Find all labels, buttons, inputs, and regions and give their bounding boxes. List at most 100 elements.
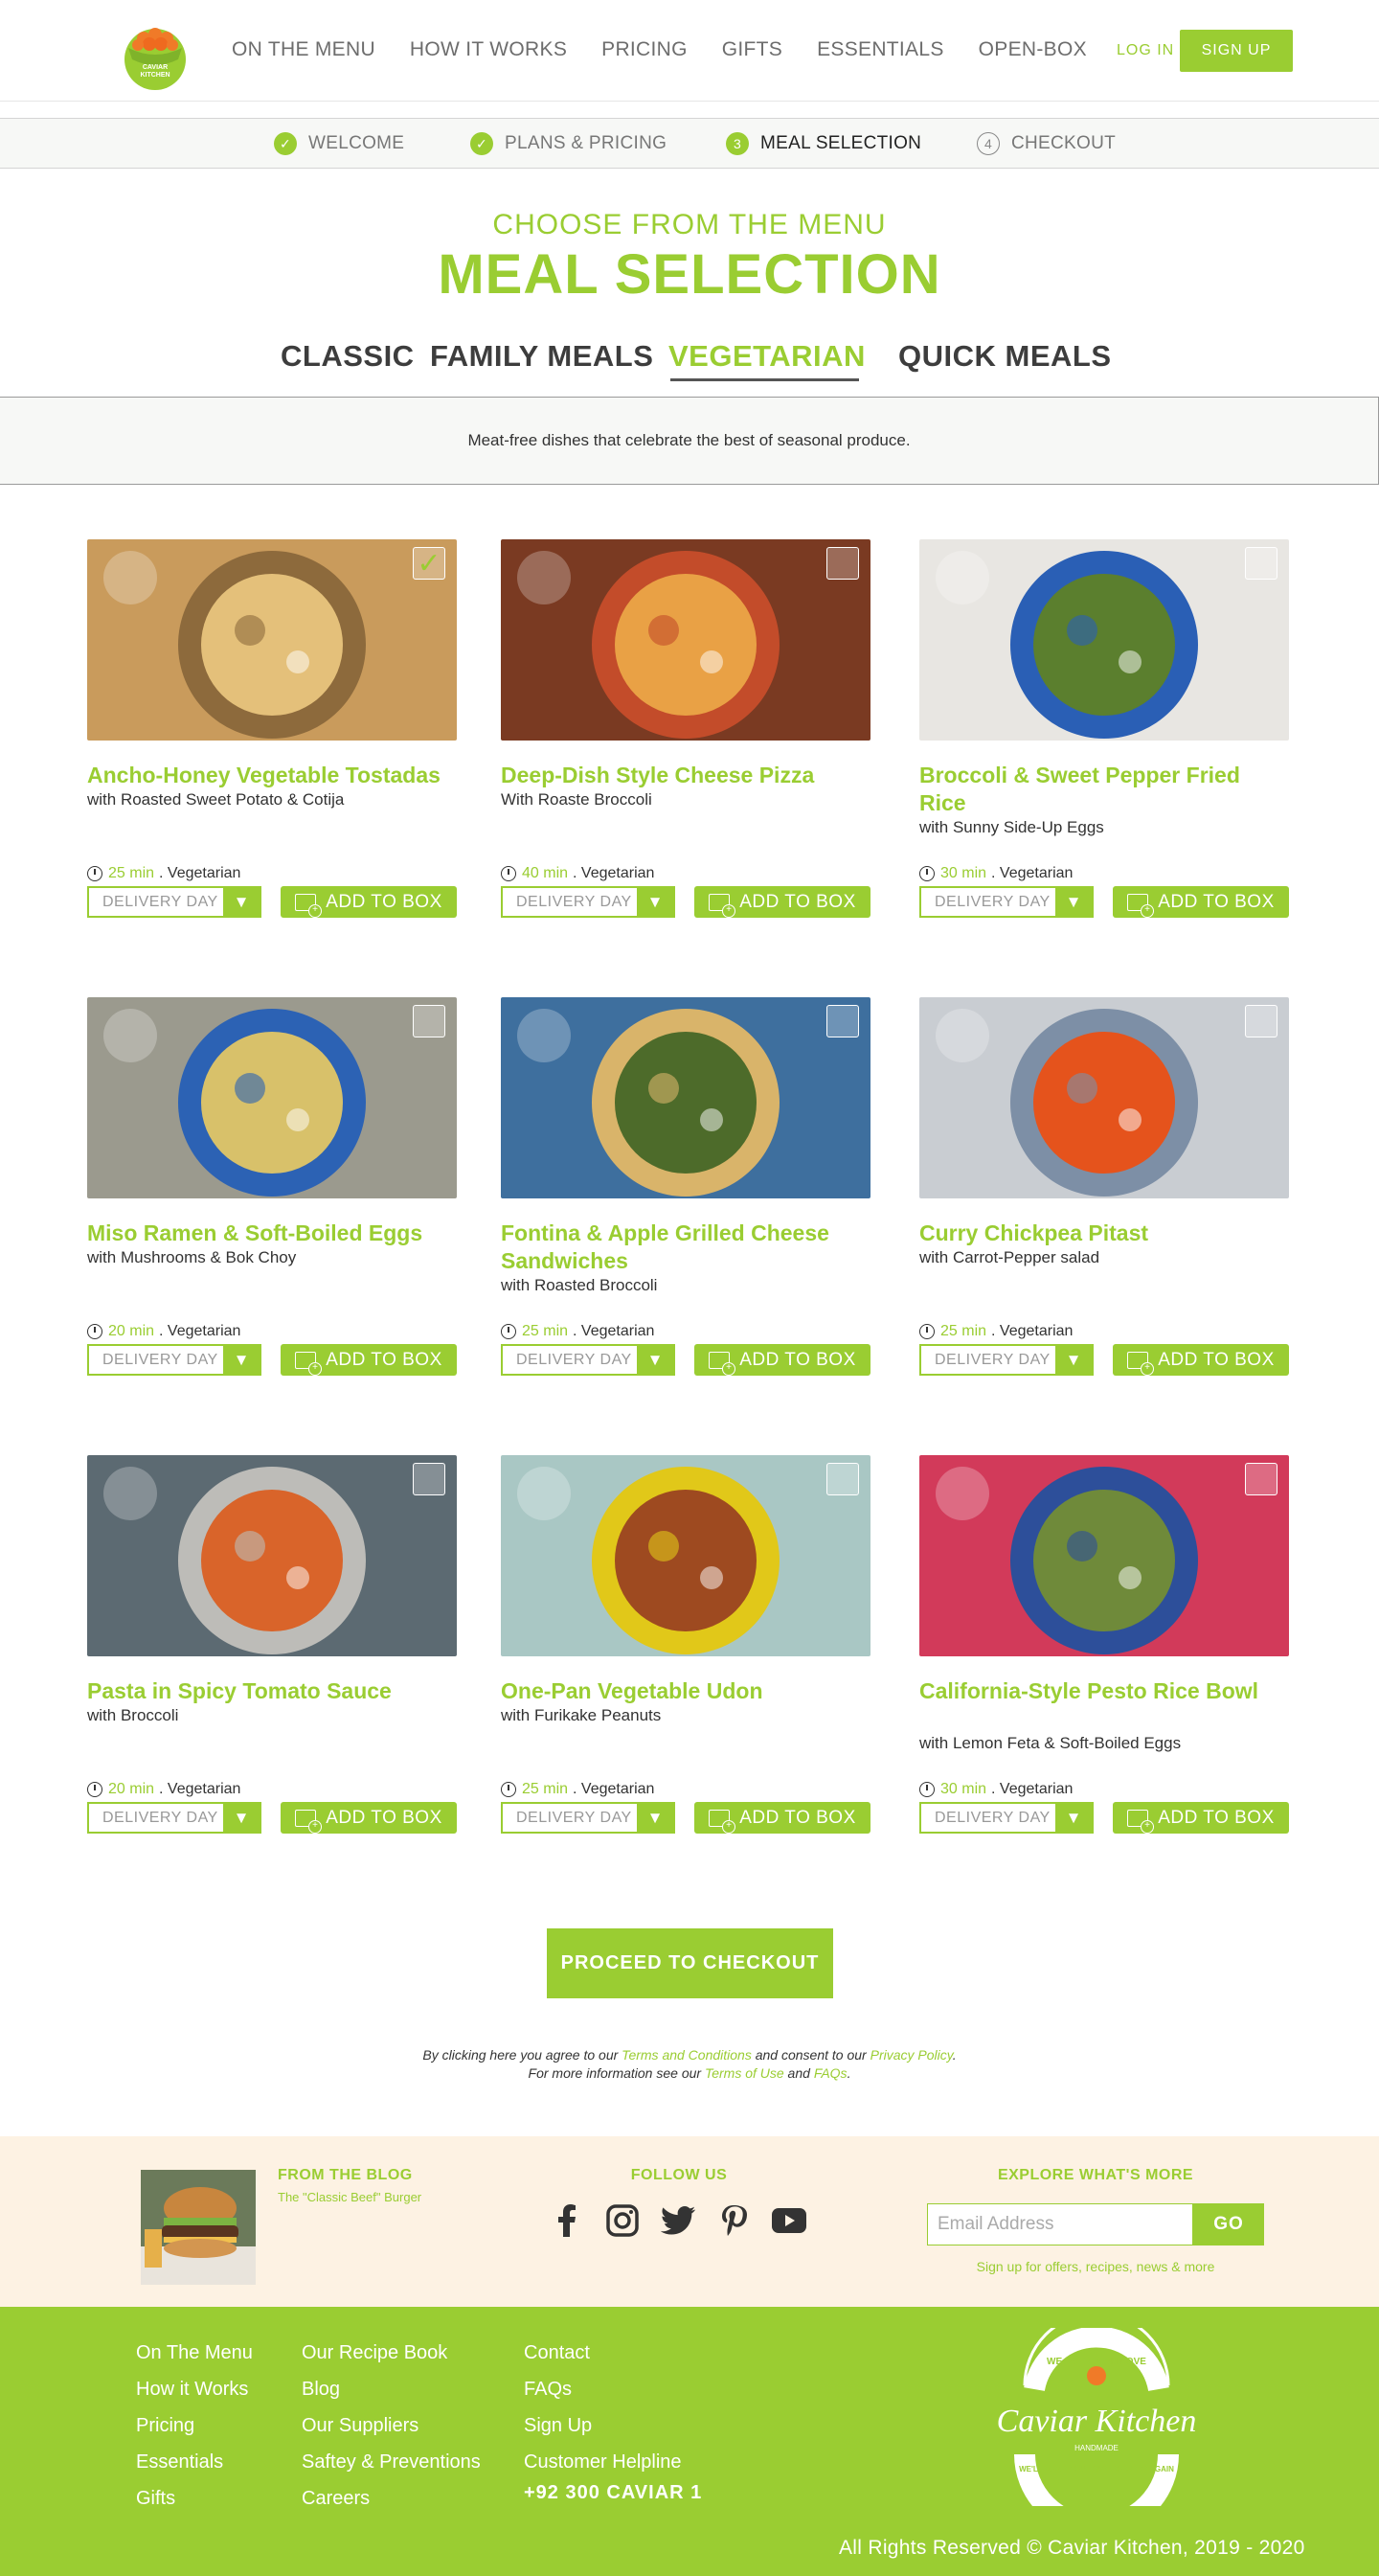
meal-photo[interactable] xyxy=(501,1455,870,1656)
add-to-box-button[interactable]: ADD TO BOX xyxy=(281,1344,457,1376)
meal-name[interactable]: California-Style Pesto Rice Bowl xyxy=(919,1677,1289,1705)
meal-card[interactable]: Pasta in Spicy Tomato Sauce with Broccol… xyxy=(87,1455,457,1858)
chevron-down-icon[interactable]: ▼ xyxy=(1055,888,1092,916)
helpline-number[interactable]: +92 300 CAVIAR 1 xyxy=(524,2480,702,2505)
meal-card[interactable]: Deep-Dish Style Cheese Pizza With Roaste… xyxy=(501,539,870,942)
select-meal-checkbox[interactable] xyxy=(1245,1463,1277,1495)
meal-card[interactable]: One-Pan Vegetable Udon with Furikake Pea… xyxy=(501,1455,870,1858)
terms-of-use-link[interactable]: Terms of Use xyxy=(705,2065,784,2081)
meal-name[interactable]: Curry Chickpea Pitast xyxy=(919,1220,1289,1247)
chevron-down-icon[interactable]: ▼ xyxy=(1055,1346,1092,1374)
signup-button[interactable]: SIGN UP xyxy=(1180,30,1293,72)
go-button[interactable]: GO xyxy=(1193,2203,1264,2245)
faqs-link[interactable]: FAQs xyxy=(814,2065,848,2081)
footer-link[interactable]: Saftey & Preventions xyxy=(302,2444,481,2480)
select-meal-checkbox[interactable] xyxy=(1245,1005,1277,1037)
footer-link[interactable]: Careers xyxy=(302,2480,481,2517)
add-to-box-button[interactable]: ADD TO BOX xyxy=(1113,886,1289,918)
chevron-down-icon[interactable]: ▼ xyxy=(223,888,260,916)
footer-link[interactable]: FAQs xyxy=(524,2371,702,2407)
meal-name[interactable]: Ancho-Honey Vegetable Tostadas xyxy=(87,762,457,789)
footer-link[interactable]: Our Suppliers xyxy=(302,2407,481,2444)
proceed-to-checkout-button[interactable]: PROCEED TO CHECKOUT xyxy=(547,1928,833,1998)
footer-link[interactable]: Pricing xyxy=(136,2407,253,2444)
nav-essentials[interactable]: ESSENTIALS xyxy=(817,38,944,61)
nav-on-the-menu[interactable]: ON THE MENU xyxy=(232,38,375,61)
footer-link[interactable]: On The Menu xyxy=(136,2335,253,2371)
meal-name[interactable]: Deep-Dish Style Cheese Pizza xyxy=(501,762,870,789)
footer-link[interactable]: Our Recipe Book xyxy=(302,2335,481,2371)
select-meal-checkbox[interactable] xyxy=(826,1005,859,1037)
add-to-box-button[interactable]: ADD TO BOX xyxy=(694,1344,870,1376)
login-link[interactable]: LOG IN xyxy=(1117,42,1174,59)
meal-card[interactable]: Broccoli & Sweet Pepper Fried Rice with … xyxy=(919,539,1289,942)
add-to-box-button[interactable]: ADD TO BOX xyxy=(1113,1344,1289,1376)
facebook-icon[interactable] xyxy=(550,2203,584,2238)
nav-pricing[interactable]: PRICING xyxy=(601,38,688,61)
add-to-box-button[interactable]: ADD TO BOX xyxy=(1113,1802,1289,1834)
blog-burger-image[interactable] xyxy=(141,2170,256,2285)
footer-link[interactable]: Essentials xyxy=(136,2444,253,2480)
youtube-icon[interactable] xyxy=(772,2203,806,2238)
meal-photo[interactable] xyxy=(87,539,457,741)
select-meal-checkbox[interactable] xyxy=(413,1005,445,1037)
select-meal-checkbox[interactable] xyxy=(1245,547,1277,580)
twitter-icon[interactable] xyxy=(661,2203,695,2238)
meal-photo[interactable] xyxy=(919,997,1289,1198)
privacy-policy-link[interactable]: Privacy Policy xyxy=(870,2047,953,2063)
meal-card[interactable]: ✓ Ancho-Honey Vegetable Tostadas with Ro… xyxy=(87,539,457,942)
delivery-day-select[interactable]: DELIVERY DAY ▼ xyxy=(501,1802,675,1834)
nav-how-it-works[interactable]: HOW IT WORKS xyxy=(410,38,567,61)
delivery-day-select[interactable]: DELIVERY DAY ▼ xyxy=(919,1344,1094,1376)
meal-card[interactable]: Curry Chickpea Pitast with Carrot-Pepper… xyxy=(919,997,1289,1400)
delivery-day-select[interactable]: DELIVERY DAY ▼ xyxy=(919,1802,1094,1834)
chevron-down-icon[interactable]: ▼ xyxy=(637,888,673,916)
delivery-day-select[interactable]: DELIVERY DAY ▼ xyxy=(87,1344,261,1376)
tab-quick-meals[interactable]: QUICK MEALS xyxy=(898,339,1112,374)
chevron-down-icon[interactable]: ▼ xyxy=(223,1346,260,1374)
select-meal-checkbox[interactable] xyxy=(413,1463,445,1495)
footer-link[interactable]: How it Works xyxy=(136,2371,253,2407)
delivery-day-select[interactable]: DELIVERY DAY ▼ xyxy=(919,886,1094,918)
select-meal-checkbox[interactable] xyxy=(826,547,859,580)
chevron-down-icon[interactable]: ▼ xyxy=(223,1804,260,1832)
chevron-down-icon[interactable]: ▼ xyxy=(637,1804,673,1832)
meal-photo[interactable] xyxy=(919,539,1289,741)
add-to-box-button[interactable]: ADD TO BOX xyxy=(281,1802,457,1834)
add-to-box-button[interactable]: ADD TO BOX xyxy=(694,1802,870,1834)
tab-family-meals[interactable]: FAMILY MEALS xyxy=(430,339,653,374)
blog-post-link[interactable]: The "Classic Beef" Burger xyxy=(278,2190,421,2204)
nav-open-box[interactable]: OPEN-BOX xyxy=(979,38,1087,61)
step-welcome[interactable]: ✓ WELCOME xyxy=(274,132,404,155)
pinterest-icon[interactable] xyxy=(716,2203,751,2238)
meal-photo[interactable] xyxy=(87,1455,457,1656)
meal-name[interactable]: Fontina & Apple Grilled Cheese Sandwiche… xyxy=(501,1220,870,1275)
step-meal-selection[interactable]: 3 MEAL SELECTION xyxy=(726,132,921,155)
caviar-kitchen-logo[interactable]: CAVIAR KITCHEN xyxy=(115,13,195,90)
meal-photo[interactable] xyxy=(919,1455,1289,1656)
delivery-day-select[interactable]: DELIVERY DAY ▼ xyxy=(501,886,675,918)
meal-name[interactable]: Pasta in Spicy Tomato Sauce xyxy=(87,1677,457,1705)
terms-and-conditions-link[interactable]: Terms and Conditions xyxy=(622,2047,752,2063)
meal-name[interactable]: Miso Ramen & Soft-Boiled Eggs xyxy=(87,1220,457,1247)
add-to-box-button[interactable]: ADD TO BOX xyxy=(281,886,457,918)
tab-vegetarian[interactable]: VEGETARIAN xyxy=(668,339,866,374)
footer-link[interactable]: Customer Helpline xyxy=(524,2444,702,2480)
meal-photo[interactable] xyxy=(501,539,870,741)
footer-link[interactable]: Blog xyxy=(302,2371,481,2407)
meal-card[interactable]: Fontina & Apple Grilled Cheese Sandwiche… xyxy=(501,997,870,1400)
footer-link[interactable]: Sign Up xyxy=(524,2407,702,2444)
meal-card[interactable]: California-Style Pesto Rice Bowl with Le… xyxy=(919,1455,1289,1858)
delivery-day-select[interactable]: DELIVERY DAY ▼ xyxy=(87,1802,261,1834)
instagram-icon[interactable] xyxy=(605,2203,640,2238)
meal-photo[interactable] xyxy=(87,997,457,1198)
step-checkout[interactable]: 4 CHECKOUT xyxy=(977,132,1116,155)
meal-card[interactable]: Miso Ramen & Soft-Boiled Eggs with Mushr… xyxy=(87,997,457,1400)
tab-classic[interactable]: CLASSIC xyxy=(281,339,415,374)
chevron-down-icon[interactable]: ▼ xyxy=(1055,1804,1092,1832)
add-to-box-button[interactable]: ADD TO BOX xyxy=(694,886,870,918)
chevron-down-icon[interactable]: ▼ xyxy=(637,1346,673,1374)
meal-photo[interactable] xyxy=(501,997,870,1198)
select-meal-checkbox[interactable]: ✓ xyxy=(413,547,445,580)
meal-name[interactable]: One-Pan Vegetable Udon xyxy=(501,1677,870,1705)
